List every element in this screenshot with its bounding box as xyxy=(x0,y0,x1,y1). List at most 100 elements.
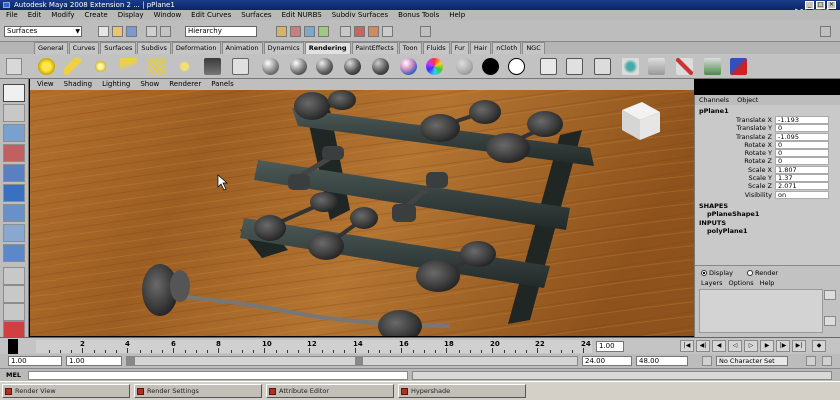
attr-value-field[interactable]: 0 xyxy=(775,124,829,133)
shelf-tab-painteffects[interactable]: PaintEffects xyxy=(351,42,398,54)
rotate-tool-icon[interactable] xyxy=(3,164,25,182)
soft-modification-icon[interactable] xyxy=(3,224,25,242)
universal-manipulator-icon[interactable] xyxy=(3,204,25,222)
shelf-tab-toon[interactable]: Toon xyxy=(398,42,422,54)
ipr-render-icon[interactable] xyxy=(368,26,379,37)
command-input[interactable] xyxy=(28,371,408,380)
shelf-tab-hair[interactable]: Hair xyxy=(469,42,492,54)
new-scene-icon[interactable] xyxy=(98,26,109,37)
range-start-handle[interactable] xyxy=(127,357,135,365)
ambient-light-icon[interactable] xyxy=(38,58,55,75)
attr-value-field[interactable]: -1.193 xyxy=(775,116,829,124)
lambert-shader-icon[interactable] xyxy=(262,58,279,75)
select-by-hierarchy-icon[interactable] xyxy=(146,26,157,37)
spot-light-icon[interactable] xyxy=(120,58,137,75)
anisotropic-shader-icon[interactable] xyxy=(372,58,389,75)
snap-plane-icon[interactable] xyxy=(318,26,329,37)
time-slider-track[interactable]: 2 4 6 8 10 12 14 16 18 20 22 24 xyxy=(36,340,592,353)
step-back-frame-icon[interactable]: ◀ xyxy=(712,340,726,352)
shelf-tab-subdivs[interactable]: Subdivs xyxy=(137,42,171,54)
anim-preferences-icon[interactable] xyxy=(822,356,832,366)
layer-list[interactable] xyxy=(699,289,823,333)
attr-value-field[interactable]: 1.807 xyxy=(775,165,829,174)
current-time-marker[interactable] xyxy=(8,339,18,354)
play-forward-icon[interactable]: ▷ xyxy=(744,340,758,352)
channel-box-tab-object[interactable]: Object xyxy=(737,95,758,105)
channel-box-node-name[interactable]: pPlane1 xyxy=(695,107,840,116)
hypershade-icon[interactable] xyxy=(540,58,557,75)
history-icon[interactable] xyxy=(340,26,351,37)
snap-curve-icon[interactable] xyxy=(290,26,301,37)
range-end-handle[interactable] xyxy=(355,357,363,365)
shelf-options-icon[interactable] xyxy=(6,58,22,75)
batch-render-icon[interactable] xyxy=(648,58,665,75)
go-to-end-icon[interactable]: ▶| xyxy=(792,340,806,352)
shelf-tab-fur[interactable]: Fur xyxy=(450,42,469,54)
panel-menu-renderer[interactable]: Renderer xyxy=(169,79,201,90)
go-to-start-icon[interactable]: |◀ xyxy=(680,340,694,352)
menu-edit-curves[interactable]: Edit Curves xyxy=(191,10,231,20)
render-settings-icon[interactable] xyxy=(382,26,393,37)
menu-edit-nurbs[interactable]: Edit NURBS xyxy=(282,10,322,20)
render-current-frame-icon[interactable] xyxy=(354,26,365,37)
shelf-tab-fluids[interactable]: Fluids xyxy=(422,42,450,54)
attr-value-field[interactable]: -1.095 xyxy=(775,132,829,141)
character-set-icon[interactable] xyxy=(702,356,712,366)
menu-set-dropdown[interactable]: Surfaces ▼ xyxy=(4,26,82,37)
render-view-icon[interactable] xyxy=(566,58,583,75)
use-background-icon[interactable] xyxy=(482,58,499,75)
command-language-label[interactable]: MEL xyxy=(6,371,21,380)
layered-shader-icon[interactable] xyxy=(400,58,417,75)
menu-bonus-tools[interactable]: Bonus Tools xyxy=(398,10,439,20)
menu-subdiv-surfaces[interactable]: Subdiv Surfaces xyxy=(332,10,388,20)
attr-value-field[interactable]: 2.071 xyxy=(775,182,829,191)
paint-render-icon[interactable] xyxy=(730,58,747,75)
perspective-viewport[interactable] xyxy=(30,90,694,336)
blinn-shader-icon[interactable] xyxy=(290,58,307,75)
play-backward-icon[interactable]: ◁ xyxy=(728,340,742,352)
single-pane-layout-icon[interactable] xyxy=(3,267,25,285)
snap-point-icon[interactable] xyxy=(304,26,315,37)
step-forward-frame-icon[interactable]: ▶ xyxy=(760,340,774,352)
channel-box-tab-channels[interactable]: Channels xyxy=(699,95,729,105)
taskbar-item-hypershade[interactable]: Hypershade xyxy=(398,384,526,398)
shelf-tab-surfaces[interactable]: Surfaces xyxy=(100,42,137,54)
panel-menu-view[interactable]: View xyxy=(37,79,54,90)
select-by-object-icon[interactable] xyxy=(160,26,171,37)
volume-light-icon[interactable] xyxy=(176,58,193,75)
save-scene-icon[interactable] xyxy=(126,26,137,37)
menu-surfaces[interactable]: Surfaces xyxy=(241,10,271,20)
phonge-shader-icon[interactable] xyxy=(344,58,361,75)
menu-window[interactable]: Window xyxy=(154,10,182,20)
snap-grid-icon[interactable] xyxy=(276,26,287,37)
character-set-dropdown[interactable]: No Character Set xyxy=(716,356,788,366)
directional-light-icon[interactable] xyxy=(64,58,81,75)
auto-key-icon[interactable] xyxy=(806,356,816,366)
new-layer-icon[interactable] xyxy=(824,290,836,300)
shelf-tab-animation[interactable]: Animation xyxy=(221,42,263,54)
area-light-icon[interactable] xyxy=(148,58,165,75)
panel-menu-lighting[interactable]: Lighting xyxy=(102,79,130,90)
move-tool-icon[interactable] xyxy=(3,144,25,162)
show-manipulator-icon[interactable] xyxy=(3,244,25,262)
playback-start-field[interactable]: 1.00 xyxy=(66,356,122,366)
panel-menu-panels[interactable]: Panels xyxy=(211,79,234,90)
shading-map-icon[interactable] xyxy=(508,58,525,75)
surface-shader-icon[interactable] xyxy=(456,58,473,75)
select-tool-icon[interactable] xyxy=(3,84,25,102)
shelf-tab-deformation[interactable]: Deformation xyxy=(171,42,221,54)
render-settings-shelf-icon[interactable] xyxy=(594,58,611,75)
attr-value-field[interactable]: 0 xyxy=(775,140,829,149)
shelf-tab-dynamics[interactable]: Dynamics xyxy=(263,42,304,54)
taskbar-item-render-view[interactable]: Render View xyxy=(2,384,130,398)
animation-prefs-icon[interactable]: ◆ xyxy=(812,340,826,352)
point-light-icon[interactable] xyxy=(92,58,109,75)
taskbar-item-render-settings[interactable]: Render Settings xyxy=(134,384,262,398)
layer-menu-layers[interactable]: Layers xyxy=(701,279,723,287)
taskbar-item-attribute-editor[interactable]: Attribute Editor xyxy=(266,384,394,398)
menu-modify[interactable]: Modify xyxy=(51,10,74,20)
shelf-tab-curves[interactable]: Curves xyxy=(68,42,100,54)
shelf-tab-rendering[interactable]: Rendering xyxy=(304,42,351,54)
camera-icon[interactable] xyxy=(204,58,221,75)
four-pane-layout-icon[interactable] xyxy=(3,285,25,303)
